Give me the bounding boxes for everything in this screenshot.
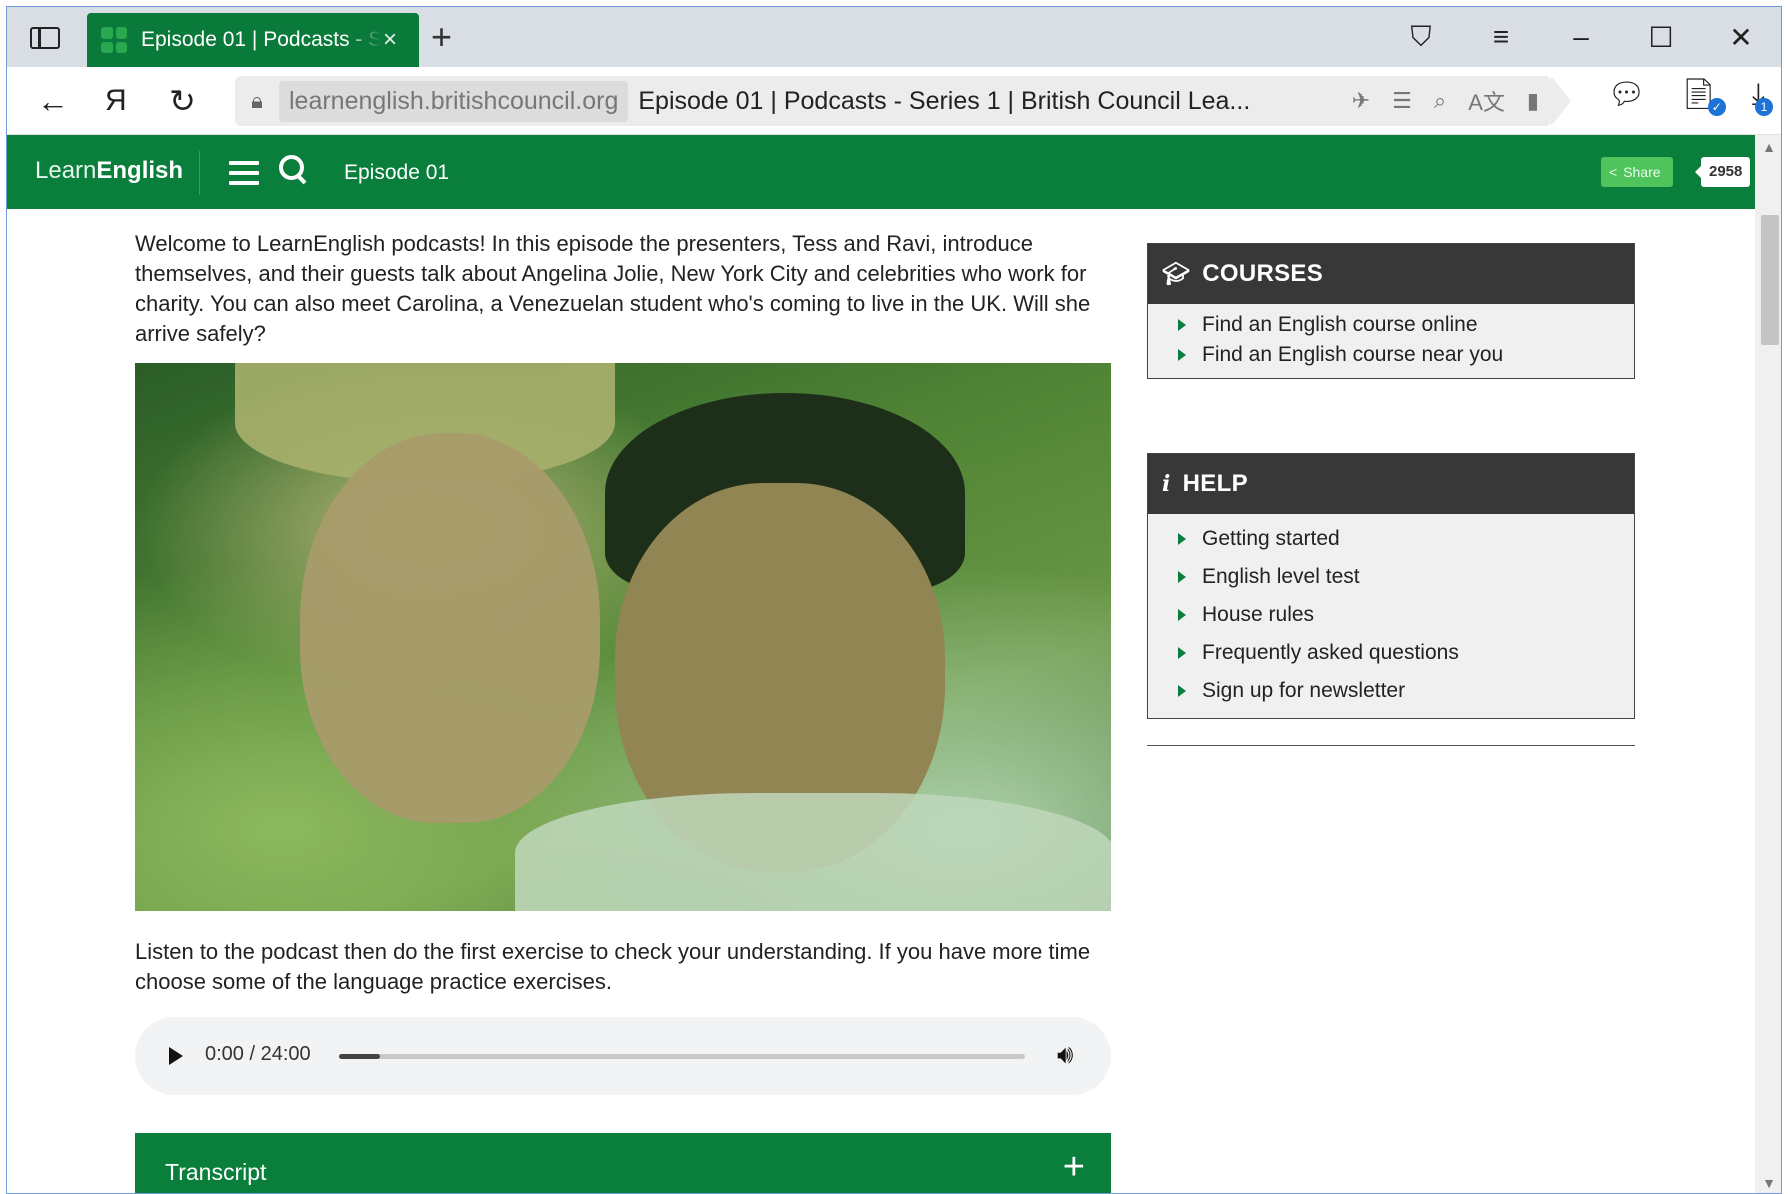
header-divider xyxy=(199,151,200,195)
sidebar-link[interactable]: Getting started xyxy=(1178,520,1634,558)
play-icon[interactable] xyxy=(169,1047,183,1065)
reader-mode-icon[interactable]: ☰ xyxy=(1392,88,1412,114)
help-links: Getting started English level test House r… xyxy=(1148,514,1634,718)
maximize-button[interactable]: ☐ xyxy=(1621,21,1701,54)
bookmarks-panel-icon[interactable]: ⛉ xyxy=(1381,21,1461,54)
address-page-title: Episode 01 | Podcasts - Series 1 | Briti… xyxy=(638,86,1251,115)
close-tab-icon[interactable]: × xyxy=(383,26,397,54)
browser-window: Episode 01 | Podcasts - Series 1 | Briti… xyxy=(6,6,1782,1194)
bookmark-icon[interactable]: ▮ xyxy=(1527,88,1539,114)
browser-tab-active[interactable]: Episode 01 | Podcasts - Series 1 | Briti… xyxy=(87,13,419,67)
audio-progress-bar[interactable] xyxy=(339,1054,1025,1059)
courses-panel-header: 🎓︎ COURSES xyxy=(1148,244,1634,304)
help-panel-header: i HELP xyxy=(1148,454,1634,514)
domain-chip[interactable]: learnenglish.britishcouncil.org xyxy=(279,80,629,122)
transcript-label: Transcript xyxy=(165,1159,267,1185)
podcast-hero-image xyxy=(135,363,1111,911)
search-icon[interactable] xyxy=(279,155,309,185)
graduation-cap-icon: 🎓︎ xyxy=(1162,261,1191,286)
notes-icon[interactable]: 📄︎ ✓ xyxy=(1680,77,1726,116)
sidebar-icon xyxy=(30,27,60,49)
tab-bar: Episode 01 | Podcasts - Series 1 | Briti… xyxy=(7,7,1781,67)
audio-time: 0:00 / 24:00 xyxy=(205,1043,311,1065)
window-controls: ⛉ ≡ – ☐ ✕ xyxy=(1381,7,1781,67)
site-header: LearnEnglish Episode 01 < Share 2958 xyxy=(7,135,1755,209)
transcript-accordion[interactable]: Transcript + xyxy=(135,1133,1111,1193)
sidebar-link[interactable]: Sign up for newsletter xyxy=(1178,672,1634,710)
volume-icon[interactable]: 🔊︎ xyxy=(1057,1039,1073,1071)
scrollbar-thumb[interactable] xyxy=(1761,215,1779,345)
zoom-icon[interactable]: ⌕ xyxy=(1434,88,1446,114)
share-label: Share xyxy=(1623,164,1661,180)
main-content: Welcome to LearnEnglish podcasts! In thi… xyxy=(135,229,1111,1193)
help-title: HELP xyxy=(1182,470,1248,497)
reload-icon[interactable]: ↻ xyxy=(169,81,196,121)
minimize-button[interactable]: – xyxy=(1541,21,1621,53)
courses-panel: 🎓︎ COURSES Find an English course online… xyxy=(1147,243,1635,379)
address-bar-row: ← Я ↻ 🔒︎ learnenglish.britishcouncil.org… xyxy=(7,67,1781,135)
help-panel: i HELP Getting started English level test… xyxy=(1147,453,1635,719)
sidebar-link[interactable]: English level test xyxy=(1178,558,1634,596)
page-scrollbar[interactable]: ▲ ▼ xyxy=(1755,135,1781,1193)
audio-progress-fill xyxy=(339,1054,381,1059)
page-breadcrumb: Episode 01 xyxy=(344,161,450,184)
yandex-logo-icon[interactable]: Я xyxy=(105,81,127,121)
extension-icons: 💬︎ 📄︎ ✓ ⤓ 1 xyxy=(1608,77,1773,116)
courses-links: Find an English course online Find an Eng… xyxy=(1148,304,1634,378)
sidebar-link[interactable]: Frequently asked questions xyxy=(1178,634,1634,672)
site-favicon-icon xyxy=(101,27,127,53)
listen-instructions: Listen to the podcast then do the first … xyxy=(135,939,1091,994)
share-count-badge: 2958 xyxy=(1694,157,1751,187)
address-bar[interactable]: 🔒︎ learnenglish.britishcouncil.org Episo… xyxy=(235,76,1571,126)
close-window-button[interactable]: ✕ xyxy=(1701,21,1781,54)
address-bar-tools: ✈ ☰ ⌕ A文 ▮ xyxy=(1352,76,1539,126)
lock-icon: 🔒︎ xyxy=(251,88,263,113)
audio-player: 0:00 / 24:00 🔊︎ xyxy=(135,1017,1111,1095)
episode-intro: Welcome to LearnEnglish podcasts! In thi… xyxy=(135,231,1091,346)
tab-title: Episode 01 | Podcasts - Series 1 | Briti… xyxy=(141,28,381,51)
courses-title: COURSES xyxy=(1202,260,1324,287)
learnenglish-logo[interactable]: LearnEnglish xyxy=(35,157,183,185)
scroll-up-arrow-icon[interactable]: ▲ xyxy=(1755,139,1781,155)
share-button[interactable]: < Share xyxy=(1601,157,1673,187)
menu-icon[interactable]: ≡ xyxy=(1461,21,1541,53)
sidebar-link[interactable]: House rules xyxy=(1178,596,1634,634)
translate-icon[interactable]: A文 xyxy=(1468,85,1505,117)
downloads-icon[interactable]: ⤓ 1 xyxy=(1752,78,1773,116)
scroll-down-arrow-icon[interactable]: ▼ xyxy=(1755,1175,1781,1191)
alice-chat-icon[interactable]: 💬︎ xyxy=(1608,77,1646,112)
sidebar-toggle-button[interactable] xyxy=(23,21,67,55)
sidebar-divider xyxy=(1147,745,1635,746)
new-tab-button[interactable]: + xyxy=(431,19,452,55)
sidebar-link[interactable]: Find an English course near you xyxy=(1178,340,1634,370)
protect-icon[interactable]: ✈ xyxy=(1352,88,1370,114)
back-arrow-icon[interactable]: ← xyxy=(37,81,69,121)
expand-plus-icon[interactable]: + xyxy=(1063,1147,1085,1187)
share-icon: < xyxy=(1609,164,1618,180)
sidebar-link[interactable]: Find an English course online xyxy=(1178,310,1634,340)
sidebar: 🎓︎ COURSES Find an English course online… xyxy=(1147,243,1635,746)
info-icon: i xyxy=(1162,471,1171,497)
hamburger-menu-icon[interactable] xyxy=(229,161,259,185)
